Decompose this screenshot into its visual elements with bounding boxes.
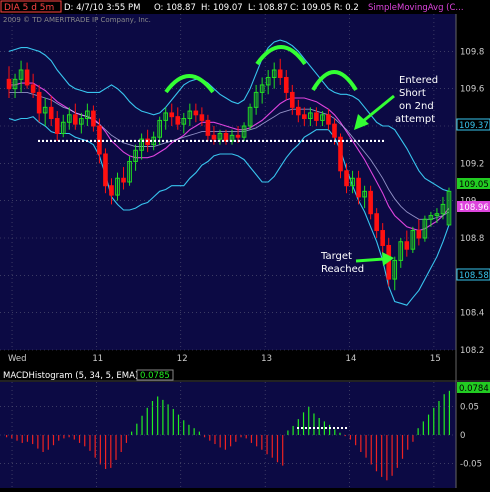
candle-body [338,136,343,172]
time-tick-label: 14 [346,354,357,364]
price-tick-label: 108.2 [460,346,484,356]
price-tick-label: 108.8 [460,234,484,244]
target-note-line1: Target [320,251,352,262]
copyright-label: 2009 © TD AMERITRADE IP Company, Inc. [3,16,151,24]
candle-body [169,112,175,118]
candle-body [103,153,108,187]
price-tick-label: 109.2 [460,159,484,169]
candle-body [302,114,307,120]
candle-body [223,132,229,142]
candle-body [374,213,379,232]
candle-body [344,170,349,187]
open-label: O: 108.87 [154,3,196,13]
candle-body [356,177,361,198]
candle-body [332,123,337,138]
target-note-line2: Reached [321,264,364,275]
symbol-label[interactable]: DIA 5 d 5m [4,3,54,13]
time-tick-label: 11 [92,354,103,364]
candle-body [416,230,422,239]
date-label: D: 4/7/10 3:55 PM [64,3,140,13]
sma-badge-text: 108.96 [459,203,489,213]
candle-body [6,78,12,90]
candle-body [24,69,30,86]
candle-body [296,106,301,116]
macd-tick-label: -0.05 [460,459,482,469]
candle-body [314,112,319,121]
entry-note-line4: attempt [395,114,435,125]
target-arrow-shaft [355,257,385,263]
entry-note-line2: Short [399,88,426,99]
candle-body [121,177,126,183]
time-tick-label: 15 [430,354,441,364]
candle-body [205,119,211,136]
macd-tick-label: 0.05 [460,403,479,413]
candle-body [326,114,331,125]
time-tick-label: 13 [261,354,272,364]
time-axis-area [0,350,490,366]
study-label[interactable]: SimpleMovingAvg (C... [368,3,464,13]
high-label: H: 109.07 [201,3,243,13]
chart-window: 108.2108.4108.6108.8109109.2109.4109.610… [0,0,490,488]
candle-body [277,69,283,78]
entry-note-line1: Entered [399,75,438,86]
time-tick-label: Wed [8,354,27,364]
low-label: L: 108.87 [248,3,288,13]
last-price-badge-text: 109.05 [459,180,489,190]
price-tick-label: 109.6 [460,85,484,95]
price-tick-label: 108.4 [460,309,484,319]
time-tick-label: 12 [177,354,188,364]
candle-body [404,241,410,250]
upper-band-badge-text: 109.37 [459,121,489,131]
price-chart-svg: 108.2108.4108.6108.8109109.2109.4109.610… [0,0,490,488]
candle-body [36,91,42,114]
candle-body [73,114,78,125]
macd-title[interactable]: MACDHistogram (5, 34, 5, EMA) [3,371,138,381]
price-tick-label: 109.8 [460,47,484,57]
candle-body [283,76,289,93]
candle-body [48,106,54,120]
close-label: C: 109.05 [290,3,331,13]
candle-body [30,84,36,93]
candle-body [380,230,385,246]
range-label: R: 0.2 [334,3,359,13]
candle-body [289,91,295,108]
price-plot-area [0,14,456,350]
candle-body [193,110,199,116]
lower-band-badge-text: 108.58 [459,271,489,281]
candle-body [368,190,373,215]
candle-body [211,134,217,140]
candle-body [109,185,114,196]
candle-body [199,114,205,121]
candle-body [235,134,241,138]
candle-body [91,110,96,127]
entry-note-line3: on 2nd [399,101,434,112]
candle-body [175,116,181,125]
macd-badge-text: 0.0784 [459,384,489,394]
candle-body [54,118,60,134]
macd-tick-label: 0 [460,431,465,441]
macd-value: 0.0785 [140,371,170,381]
